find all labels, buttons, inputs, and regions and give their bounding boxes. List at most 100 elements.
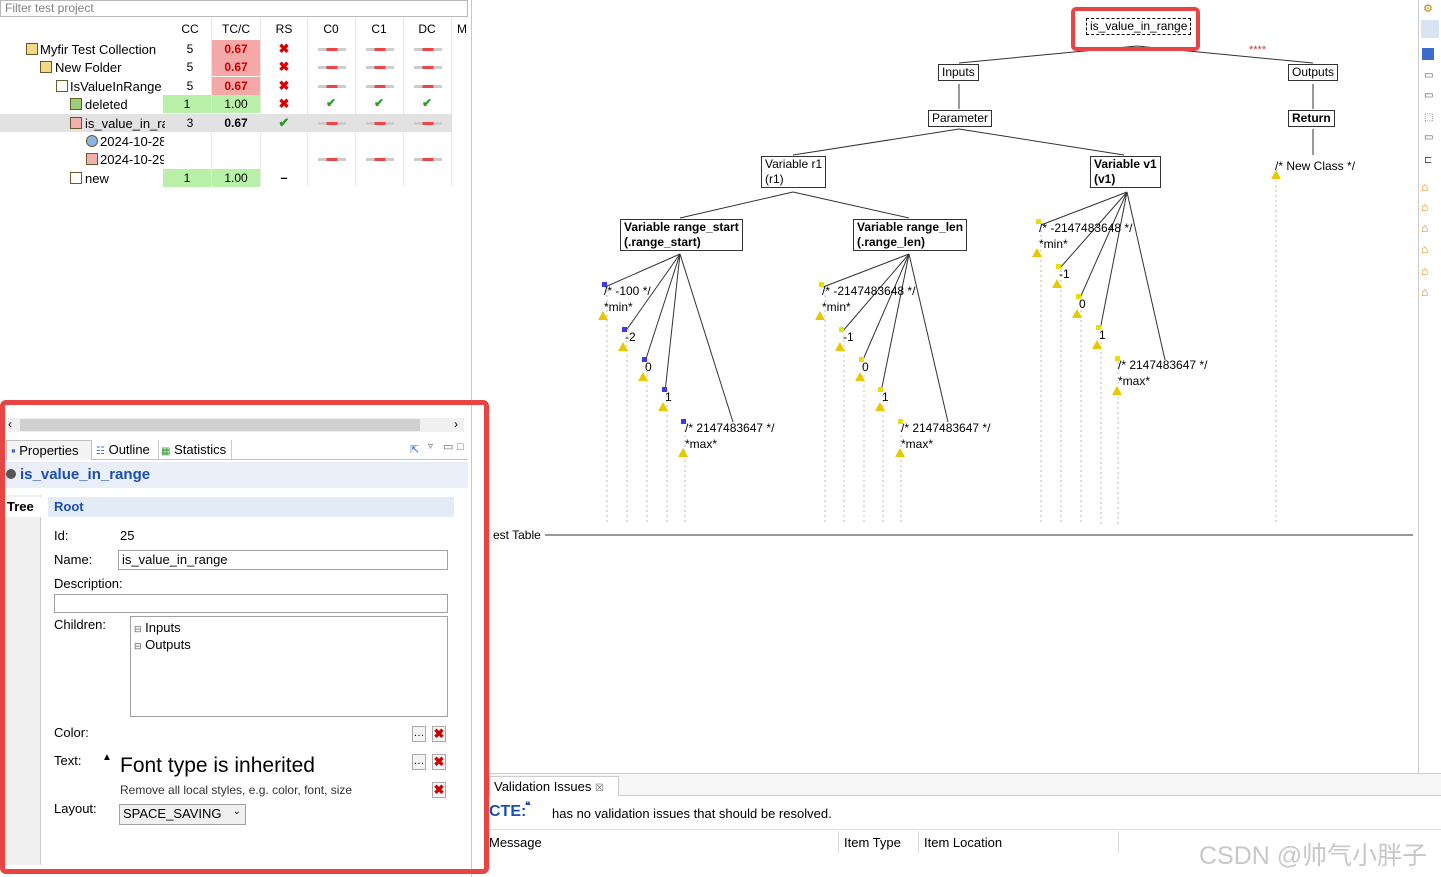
house-icon[interactable]: ⌂ [1421,285,1428,299]
tree-row[interactable]: IsValueInRange 5 0.67 ✖ [0,77,452,95]
c0-bar [318,158,346,161]
palette-icon[interactable]: ⚙ [1423,2,1433,15]
warning-icon [1032,248,1042,257]
tool-icon[interactable]: ▭ [1424,70,1433,81]
warning-icon [835,342,845,351]
col-item-location[interactable]: Item Location [924,835,1002,850]
col-dc[interactable]: DC [412,22,442,36]
tab-validation-issues[interactable]: Validation Issues ☒ [489,776,619,796]
inputs-node[interactable]: Inputs [938,64,979,81]
tool-icon[interactable]: ▭ [1424,132,1433,143]
highlight-box [0,400,489,874]
tool-icon[interactable]: ▭ [1424,90,1433,101]
c0-bar [318,48,346,51]
c1-bar [366,48,394,51]
tool-icon[interactable]: ⊏ [1424,155,1432,166]
test-case-icon [70,117,82,129]
node-label: Variable range_len [857,220,964,234]
col-cc[interactable]: CC [170,22,210,36]
house-icon[interactable]: ⌂ [1421,221,1428,235]
house-icon[interactable]: ⌂ [1421,180,1428,194]
validation-panel: Validation Issues ☒ CTE: ❝ has no valida… [489,773,1441,877]
class-label: *min* [604,300,633,314]
house-icon[interactable]: ⌂ [1421,242,1428,256]
close-icon[interactable]: ☒ [595,783,604,794]
parameter-node[interactable]: Parameter [928,110,993,127]
range-start-node[interactable]: Variable range_start (.range_start) [620,219,743,251]
class-label: *max* [685,437,718,451]
c1-bar [366,85,394,88]
return-node[interactable]: Return [1288,110,1335,127]
tool-icon[interactable]: ⬚ [1424,112,1433,123]
warning-icon [895,448,905,457]
warning-icon [1092,340,1102,349]
node-label: (v1) [1094,172,1116,186]
class-label: *max* [901,437,934,451]
class-min-node[interactable]: /* -2147483648 */ *min* [822,283,915,315]
tree-row-label: new [85,171,109,186]
class-label: *max* [1118,374,1151,388]
cc-value: 5 [186,60,194,74]
rs-value: – [280,170,288,185]
classification-tree-canvas[interactable]: is_value_in_range **** Inputs Outputs Pa… [473,0,1418,770]
col-c0[interactable]: C0 [316,22,346,36]
tree-row[interactable]: Myfir Test Collection 5 0.67 ✖ [0,40,452,58]
tree-row-selected[interactable]: is_value_in_ra 3 0.67 ✔ [0,114,452,132]
class-min-node[interactable]: /* -100 */ *min* [604,283,651,315]
test-case-icon [70,172,82,184]
warning-icon [658,402,668,411]
tcc-value: 0.67 [212,77,260,95]
rs-pass-icon: ✔ [278,115,290,130]
root-node[interactable]: is_value_in_range [1086,18,1192,35]
class-max-node[interactable]: /* 2147483647 */ *max* [901,420,990,452]
col-c1[interactable]: C1 [364,22,394,36]
class-label: /* -2147483648 */ [822,284,916,298]
tree-row-label: is_value_in_ra [85,116,165,131]
class-min-node[interactable]: /* -2147483648 */ *min* [1039,220,1132,252]
warning-icon [1052,279,1062,288]
warning-icon [1072,309,1082,318]
col-m[interactable]: M [456,22,468,36]
tree-row[interactable]: 2024-10-29 [0,150,452,168]
new-class-node[interactable]: /* New Class */ [1275,158,1355,174]
tree-row-label: deleted [85,97,128,112]
tree-row[interactable]: New Folder 5 0.67 ✖ [0,58,452,76]
dc-bar [414,48,442,51]
col-item-type[interactable]: Item Type [844,835,901,850]
house-icon[interactable]: ⌂ [1421,200,1428,214]
filter-input[interactable]: Filter test project [0,0,468,17]
test-case-icon [70,98,82,110]
tree-row[interactable]: new 1 1.00 – [0,169,452,187]
c1-bar [366,158,394,161]
tree-row[interactable]: 2024-10-28 [0,132,452,150]
select-tool-icon[interactable] [1421,20,1439,38]
tree-row-label: 2024-10-28 [100,134,164,149]
house-icon[interactable]: ⌂ [1421,264,1428,278]
tree-row-label: 2024-10-29 [100,152,164,167]
class-label: *min* [1039,237,1068,251]
tcc-value: 1.00 [212,95,260,113]
variable-v1-node[interactable]: Variable v1 (v1) [1090,156,1161,188]
rs-fail-icon: ✖ [278,96,290,111]
col-tcc[interactable]: TC/C [212,22,260,36]
class-max-node[interactable]: /* 2147483647 */ *max* [1118,357,1207,389]
tree-row[interactable]: deleted 1 1.00 ✖ ✔ ✔ ✔ [0,95,452,113]
outputs-node[interactable]: Outputs [1288,64,1339,81]
col-message[interactable]: Message [489,835,542,850]
class-max-node[interactable]: /* 2147483647 */ *max* [685,420,774,452]
tree-row-label: IsValueInRange [70,79,162,94]
tree-tool-icon[interactable] [1422,48,1434,60]
cc-value: 1 [163,169,211,187]
test-table-label: est Table [489,528,545,542]
dc-bar [414,122,442,125]
rs-fail-icon: ✖ [278,78,290,93]
range-len-node[interactable]: Variable range_len (.range_len) [853,219,968,251]
c1-bar [366,66,394,69]
variable-r1-node[interactable]: Variable r1 (r1) [761,156,827,188]
col-rs[interactable]: RS [270,22,298,36]
dc-bar [414,66,442,69]
tcc-value: 1.00 [212,169,260,187]
warning-icon [618,342,628,351]
warning-icon [875,402,885,411]
c1-bar [366,122,394,125]
